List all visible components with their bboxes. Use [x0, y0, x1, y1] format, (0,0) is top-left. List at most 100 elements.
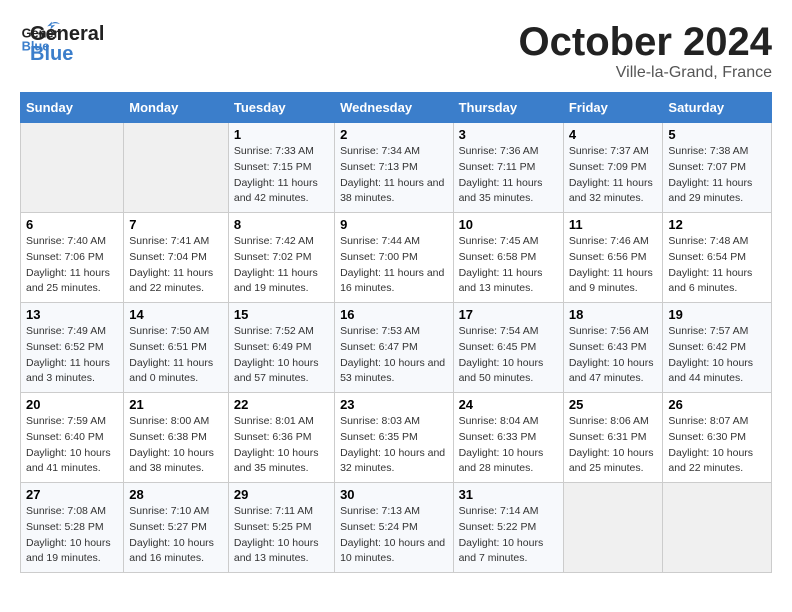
day-info: Sunrise: 7:13 AMSunset: 5:24 PMDaylight:… [340, 504, 447, 567]
day-info: Sunrise: 7:36 AMSunset: 7:11 PMDaylight:… [459, 144, 558, 207]
cell-0-1 [124, 123, 229, 213]
col-friday: Friday [563, 93, 663, 123]
cell-2-6: 19 Sunrise: 7:57 AMSunset: 6:42 PMDayligh… [663, 303, 772, 393]
cell-4-5 [563, 483, 663, 573]
day-info: Sunrise: 7:52 AMSunset: 6:49 PMDaylight:… [234, 324, 329, 387]
cell-0-2: 1Sunrise: 7:33 AMSunset: 7:15 PMDaylight… [228, 123, 334, 213]
cell-1-3: 9 Sunrise: 7:44 AMSunset: 7:00 PMDaylight… [335, 213, 453, 303]
day-number: 16 [340, 307, 447, 322]
day-number: 17 [459, 307, 558, 322]
day-number: 18 [569, 307, 658, 322]
day-info: Sunrise: 7:41 AMSunset: 7:04 PMDaylight:… [129, 234, 223, 297]
day-info: Sunrise: 8:04 AMSunset: 6:33 PMDaylight:… [459, 414, 558, 477]
day-number: 4 [569, 127, 658, 142]
week-row-2: 6Sunrise: 7:40 AMSunset: 7:06 PMDaylight… [21, 213, 772, 303]
day-number: 21 [129, 397, 223, 412]
day-number: 31 [459, 487, 558, 502]
cell-4-0: 27 Sunrise: 7:08 AMSunset: 5:28 PMDayligh… [21, 483, 124, 573]
day-number: 3 [459, 127, 558, 142]
logo-blue-text: Blue [30, 44, 104, 64]
col-tuesday: Tuesday [228, 93, 334, 123]
cell-3-3: 23Sunrise: 8:03 AMSunset: 6:35 PMDayligh… [335, 393, 453, 483]
day-info: Sunrise: 7:44 AMSunset: 7:00 PMDaylight:… [340, 234, 447, 297]
day-number: 9 [340, 217, 447, 232]
cell-1-5: 11 Sunrise: 7:46 AMSunset: 6:56 PMDayligh… [563, 213, 663, 303]
cell-0-4: 3 Sunrise: 7:36 AMSunset: 7:11 PMDaylight… [453, 123, 563, 213]
day-number: 11 [569, 217, 658, 232]
cell-1-6: 12 Sunrise: 7:48 AMSunset: 6:54 PMDayligh… [663, 213, 772, 303]
day-info: Sunrise: 8:07 AMSunset: 6:30 PMDaylight:… [668, 414, 766, 477]
cell-3-2: 22Sunrise: 8:01 AMSunset: 6:36 PMDayligh… [228, 393, 334, 483]
cell-1-1: 7 Sunrise: 7:41 AMSunset: 7:04 PMDaylight… [124, 213, 229, 303]
day-info: Sunrise: 7:49 AMSunset: 6:52 PMDaylight:… [26, 324, 118, 387]
day-info: Sunrise: 7:57 AMSunset: 6:42 PMDaylight:… [668, 324, 766, 387]
cell-4-2: 29 Sunrise: 7:11 AMSunset: 5:25 PMDayligh… [228, 483, 334, 573]
day-number: 30 [340, 487, 447, 502]
cell-4-6 [663, 483, 772, 573]
day-info: Sunrise: 7:11 AMSunset: 5:25 PMDaylight:… [234, 504, 329, 567]
cell-4-3: 30 Sunrise: 7:13 AMSunset: 5:24 PMDayligh… [335, 483, 453, 573]
day-number: 14 [129, 307, 223, 322]
day-info: Sunrise: 7:10 AMSunset: 5:27 PMDaylight:… [129, 504, 223, 567]
day-info: Sunrise: 7:33 AMSunset: 7:15 PMDaylight:… [234, 144, 329, 207]
col-saturday: Saturday [663, 93, 772, 123]
page-header: General Blue General Blue October 2024 V… [20, 20, 772, 82]
month-title: October 2024 [519, 20, 772, 64]
day-number: 8 [234, 217, 329, 232]
day-info: Sunrise: 7:45 AMSunset: 6:58 PMDaylight:… [459, 234, 558, 297]
day-number: 28 [129, 487, 223, 502]
cell-0-3: 2Sunrise: 7:34 AMSunset: 7:13 PMDaylight… [335, 123, 453, 213]
day-info: Sunrise: 7:46 AMSunset: 6:56 PMDaylight:… [569, 234, 658, 297]
title-area: October 2024 Ville-la-Grand, France [519, 20, 772, 82]
day-number: 27 [26, 487, 118, 502]
day-number: 26 [668, 397, 766, 412]
day-number: 20 [26, 397, 118, 412]
day-number: 29 [234, 487, 329, 502]
day-info: Sunrise: 7:08 AMSunset: 5:28 PMDaylight:… [26, 504, 118, 567]
day-info: Sunrise: 8:01 AMSunset: 6:36 PMDaylight:… [234, 414, 329, 477]
cell-3-5: 25Sunrise: 8:06 AMSunset: 6:31 PMDayligh… [563, 393, 663, 483]
cell-0-5: 4Sunrise: 7:37 AMSunset: 7:09 PMDaylight… [563, 123, 663, 213]
cell-2-5: 18 Sunrise: 7:56 AMSunset: 6:43 PMDayligh… [563, 303, 663, 393]
week-row-5: 27 Sunrise: 7:08 AMSunset: 5:28 PMDayligh… [21, 483, 772, 573]
day-number: 23 [340, 397, 447, 412]
col-wednesday: Wednesday [335, 93, 453, 123]
week-row-4: 20Sunrise: 7:59 AMSunset: 6:40 PMDayligh… [21, 393, 772, 483]
day-number: 10 [459, 217, 558, 232]
col-sunday: Sunday [21, 93, 124, 123]
day-info: Sunrise: 7:56 AMSunset: 6:43 PMDaylight:… [569, 324, 658, 387]
cell-1-0: 6Sunrise: 7:40 AMSunset: 7:06 PMDaylight… [21, 213, 124, 303]
cell-2-0: 13Sunrise: 7:49 AMSunset: 6:52 PMDayligh… [21, 303, 124, 393]
header-row: Sunday Monday Tuesday Wednesday Thursday… [21, 93, 772, 123]
day-number: 7 [129, 217, 223, 232]
cell-2-2: 15 Sunrise: 7:52 AMSunset: 6:49 PMDayligh… [228, 303, 334, 393]
cell-1-4: 10 Sunrise: 7:45 AMSunset: 6:58 PMDayligh… [453, 213, 563, 303]
cell-0-0 [21, 123, 124, 213]
week-row-1: 1Sunrise: 7:33 AMSunset: 7:15 PMDaylight… [21, 123, 772, 213]
day-number: 25 [569, 397, 658, 412]
day-number: 19 [668, 307, 766, 322]
cell-1-2: 8Sunrise: 7:42 AMSunset: 7:02 PMDaylight… [228, 213, 334, 303]
day-info: Sunrise: 7:38 AMSunset: 7:07 PMDaylight:… [668, 144, 766, 207]
day-info: Sunrise: 7:14 AMSunset: 5:22 PMDaylight:… [459, 504, 558, 567]
logo-text-area: General Blue [30, 24, 104, 64]
cell-2-4: 17Sunrise: 7:54 AMSunset: 6:45 PMDayligh… [453, 303, 563, 393]
day-number: 15 [234, 307, 329, 322]
day-number: 12 [668, 217, 766, 232]
day-info: Sunrise: 8:00 AMSunset: 6:38 PMDaylight:… [129, 414, 223, 477]
logo-general-text: General [30, 24, 104, 44]
cell-2-3: 16 Sunrise: 7:53 AMSunset: 6:47 PMDayligh… [335, 303, 453, 393]
day-info: Sunrise: 7:50 AMSunset: 6:51 PMDaylight:… [129, 324, 223, 387]
day-info: Sunrise: 7:53 AMSunset: 6:47 PMDaylight:… [340, 324, 447, 387]
day-info: Sunrise: 7:40 AMSunset: 7:06 PMDaylight:… [26, 234, 118, 297]
cell-3-1: 21 Sunrise: 8:00 AMSunset: 6:38 PMDayligh… [124, 393, 229, 483]
day-number: 5 [668, 127, 766, 142]
col-thursday: Thursday [453, 93, 563, 123]
cell-3-4: 24Sunrise: 8:04 AMSunset: 6:33 PMDayligh… [453, 393, 563, 483]
week-row-3: 13Sunrise: 7:49 AMSunset: 6:52 PMDayligh… [21, 303, 772, 393]
day-number: 2 [340, 127, 447, 142]
day-info: Sunrise: 7:48 AMSunset: 6:54 PMDaylight:… [668, 234, 766, 297]
cell-3-0: 20Sunrise: 7:59 AMSunset: 6:40 PMDayligh… [21, 393, 124, 483]
subtitle: Ville-la-Grand, France [519, 64, 772, 82]
cell-4-1: 28 Sunrise: 7:10 AMSunset: 5:27 PMDayligh… [124, 483, 229, 573]
